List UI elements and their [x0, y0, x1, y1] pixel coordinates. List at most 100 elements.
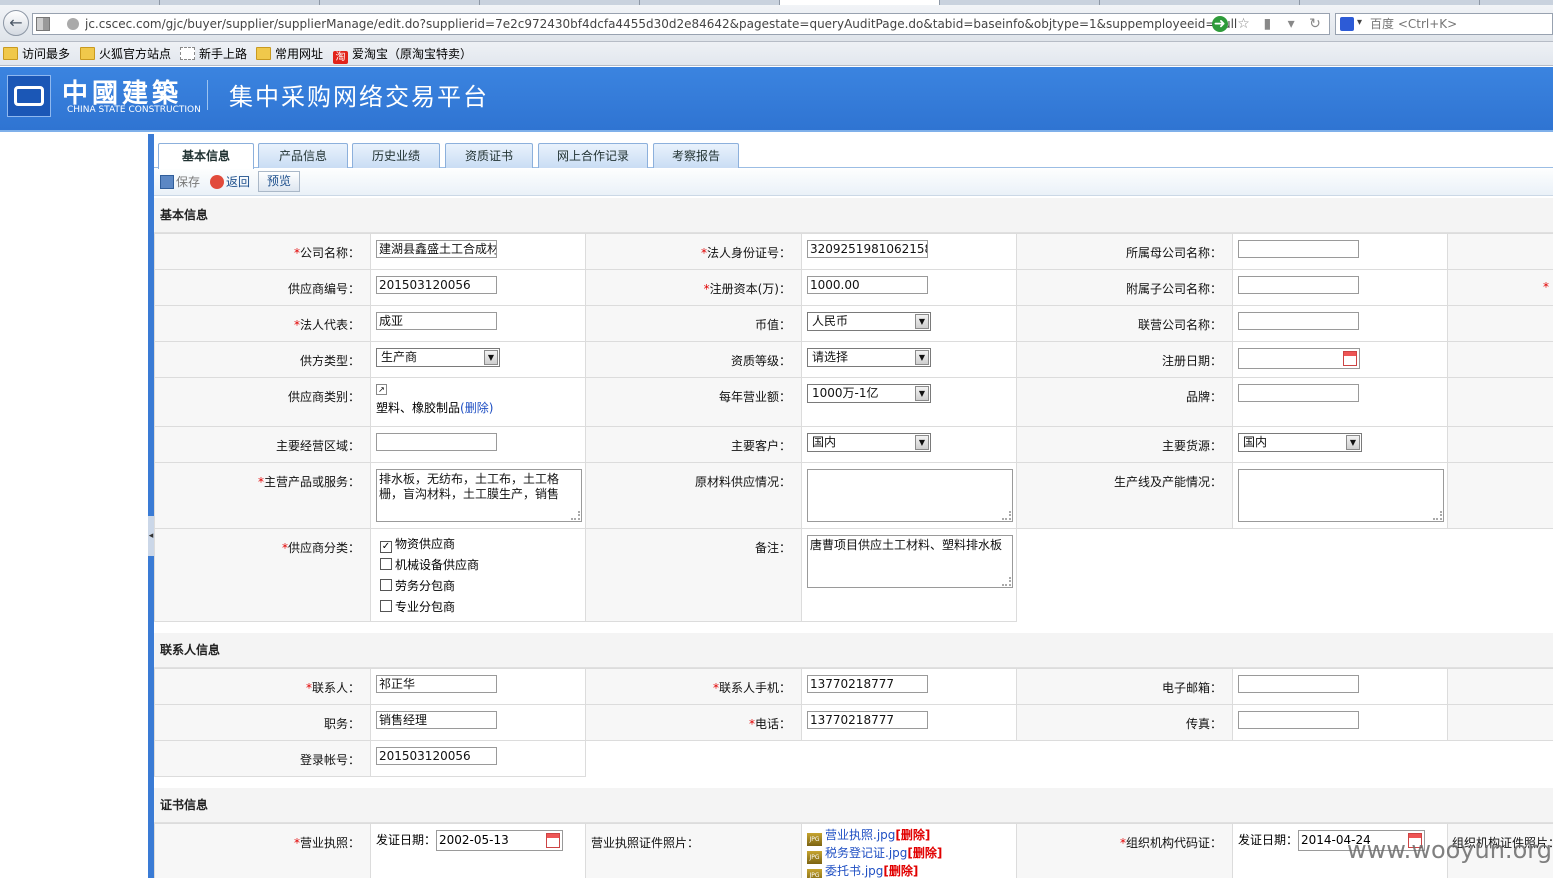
tab-inspection-report[interactable]: 考察报告 [653, 143, 739, 168]
tab-qualification-cert[interactable]: 资质证书 [445, 143, 533, 168]
classify-option-material[interactable]: ✓ 物资供应商 [376, 535, 585, 556]
position-field[interactable]: 销售经理 [376, 711, 497, 729]
customer-select[interactable]: 国内 ▼ [807, 433, 931, 452]
products-textarea[interactable]: 排水板，无纺布，土工布，土工格栅，盲沟材料，土工膜生产，销售 [376, 469, 582, 522]
tab-online-cooperation[interactable]: 网上合作记录 [538, 143, 648, 168]
classify-label: *供应商分类： [154, 528, 371, 622]
folder-icon [256, 47, 271, 60]
tab-basic-info[interactable]: 基本信息 [158, 143, 254, 169]
search-engine-icon[interactable] [1340, 17, 1354, 31]
browser-tab[interactable] [0, 0, 160, 5]
category-delete-link[interactable]: (删除) [460, 401, 493, 415]
bookmark-getting-started[interactable]: 新手上路 [180, 45, 247, 63]
supply-select[interactable]: 国内 ▼ [1238, 433, 1362, 452]
annual-rev-select[interactable]: 1000万-1亿 ▼ [807, 384, 931, 403]
supplier-no-field[interactable]: 201503120056 [376, 276, 497, 294]
file-link[interactable]: 营业执照.jpg [825, 828, 895, 842]
sub-company-label: 附属子公司名称： [1016, 269, 1233, 306]
contact-mobile-field[interactable]: 13770218777 [807, 675, 928, 693]
classify-option-specialty[interactable]: 专业分包商 [376, 598, 585, 619]
chevron-down-icon[interactable]: ▾ [1357, 17, 1362, 28]
page-icon [180, 47, 195, 60]
email-field[interactable] [1238, 675, 1359, 693]
checkbox-icon[interactable] [380, 558, 392, 570]
checkbox-icon[interactable]: ✓ [380, 541, 392, 553]
back-icon [210, 175, 224, 189]
dropdown-icon[interactable]: ▾ [1283, 16, 1299, 32]
fax-field[interactable] [1238, 711, 1359, 729]
legal-rep-field[interactable]: 成亚 [376, 312, 497, 330]
file-delete-link[interactable]: [删除] [883, 864, 918, 878]
reload-icon[interactable]: ↻ [1307, 16, 1323, 32]
login-field[interactable]: 201503120056 [376, 747, 497, 765]
browser-tab[interactable] [320, 0, 480, 5]
currency-select[interactable]: 人民币 ▼ [807, 312, 931, 331]
classify-option-labor[interactable]: 劳务分包商 [376, 577, 585, 598]
raw-textarea[interactable] [807, 469, 1013, 522]
qual-level-select[interactable]: 请选择 ▼ [807, 348, 931, 367]
back-label: 返回 [226, 175, 251, 189]
company-name-field[interactable]: 建湖县鑫盛土工合成材 [376, 240, 497, 258]
license-date-field[interactable]: 2002-05-13 [436, 830, 564, 851]
browser-tab[interactable] [640, 0, 780, 5]
browser-tab-active[interactable] [780, 0, 940, 5]
file-delete-link[interactable]: [删除] [895, 828, 930, 842]
resize-grip-icon [571, 511, 580, 520]
external-link-icon[interactable]: ↗ [376, 384, 387, 395]
classify-group: ✓ 物资供应商 机械设备供应商 劳务分包商 专业分包商 [370, 528, 586, 622]
capacity-textarea[interactable] [1238, 469, 1444, 522]
bookmark-firefox-official[interactable]: 火狐官方站点 [80, 45, 171, 63]
browser-tab[interactable] [940, 0, 1100, 5]
browser-tab[interactable] [160, 0, 320, 5]
phone-field[interactable]: 13770218777 [807, 711, 928, 729]
supplier-type-select[interactable]: 生产商 ▼ [376, 348, 500, 367]
save-button[interactable]: 保存 [160, 174, 200, 191]
checkbox-icon[interactable] [380, 600, 392, 612]
back-button[interactable]: 返回 [210, 174, 250, 191]
browser-tab[interactable] [1100, 0, 1300, 5]
file-link[interactable]: 委托书.jpg [825, 864, 883, 878]
tab-product-info[interactable]: 产品信息 [258, 143, 348, 168]
parent-company-field[interactable] [1238, 240, 1359, 258]
checkbox-icon[interactable] [380, 579, 392, 591]
save-icon [160, 175, 174, 189]
file-link[interactable]: 税务登记证.jpg [825, 846, 907, 860]
browser-window: ← jc.cscec.com/gjc/buyer/supplier/suppli… [0, 0, 1553, 878]
bookmarks-bar: 访问最多 火狐官方站点 新手上路 常用网址 淘爱淘宝（原淘宝特卖） [0, 42, 1553, 66]
address-bar[interactable]: jc.cscec.com/gjc/buyer/supplier/supplier… [32, 13, 1330, 35]
browser-tab[interactable] [1300, 0, 1480, 5]
capital-field[interactable]: 1000.00 [807, 276, 928, 294]
sub-company-field[interactable] [1238, 276, 1359, 294]
tab-history-performance[interactable]: 历史业绩 [352, 143, 440, 168]
back-arrow-icon[interactable]: ← [3, 10, 29, 36]
remark-textarea[interactable]: 唐曹项目供应土工材料、塑料排水板 [807, 535, 1013, 588]
contact-name-field[interactable]: 祁正华 [376, 675, 497, 693]
raw-label: 原材料供应情况： [585, 462, 802, 529]
reg-date-field[interactable] [1238, 348, 1360, 369]
classify-option-machinery[interactable]: 机械设备供应商 [376, 556, 585, 577]
calendar-icon[interactable] [546, 833, 561, 848]
preview-button[interactable]: 预览 [258, 171, 300, 192]
search-input[interactable] [1370, 16, 1550, 32]
star-icon[interactable]: ☆ [1236, 16, 1252, 32]
org-code-label: *组织机构代码证： [1016, 823, 1233, 878]
url-text[interactable]: jc.cscec.com/gjc/buyer/supplier/supplier… [85, 17, 1245, 31]
bookmark-common-sites[interactable]: 常用网址 [256, 45, 323, 63]
calendar-icon[interactable] [1343, 351, 1357, 366]
save-label: 保存 [176, 175, 201, 189]
grid-icon[interactable] [36, 17, 50, 31]
region-field[interactable] [376, 433, 497, 451]
logo-icon [7, 75, 51, 117]
browser-tab[interactable] [480, 0, 640, 5]
search-box[interactable]: ▾ [1335, 13, 1553, 35]
supply-label: 主要货源： [1016, 426, 1233, 463]
go-icon[interactable]: ➜ [1211, 16, 1228, 32]
joint-company-field[interactable] [1238, 312, 1359, 330]
bookmark-aitaobao[interactable]: 淘爱淘宝（原淘宝特卖） [333, 45, 472, 64]
brand-field[interactable] [1238, 384, 1359, 402]
bookmark-most-visited[interactable]: 访问最多 [3, 45, 70, 63]
phone-icon[interactable]: ▮ [1259, 16, 1275, 32]
file-delete-link[interactable]: [删除] [907, 846, 942, 860]
bookmark-label: 访问最多 [22, 47, 71, 61]
legal-id-field[interactable]: 320925198106215830 [807, 240, 928, 258]
